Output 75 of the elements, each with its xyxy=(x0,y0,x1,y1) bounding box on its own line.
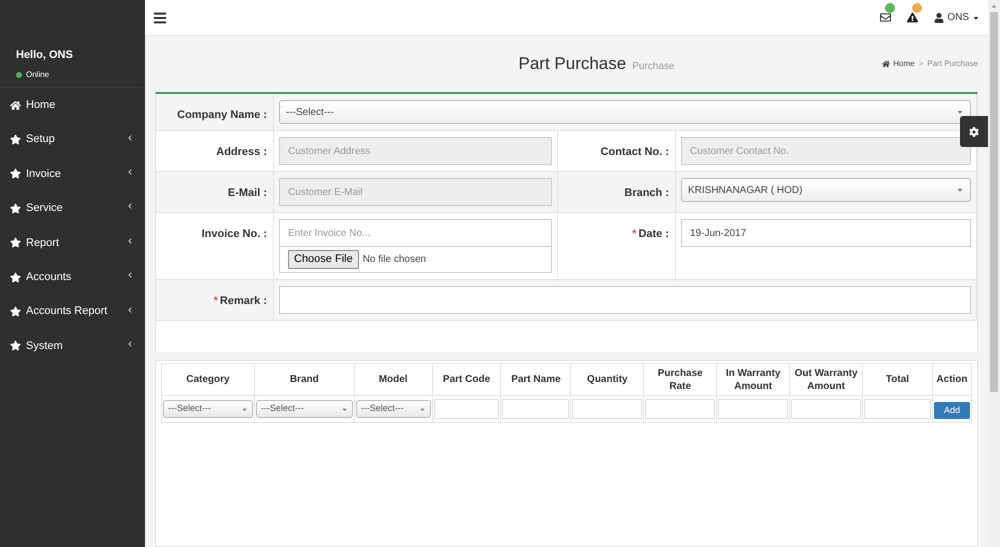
column-header: Brand xyxy=(254,364,354,396)
menu-icon[interactable] xyxy=(153,10,167,24)
input-field[interactable] xyxy=(718,399,788,419)
column-header: Category xyxy=(162,364,254,396)
column-header: Part Name xyxy=(500,364,571,396)
column-header: Action xyxy=(932,364,972,396)
column-header: Purchase Rate xyxy=(644,364,717,396)
scrollbar-thumb[interactable] xyxy=(990,12,998,392)
choose-file-button[interactable]: Choose File xyxy=(288,250,359,269)
breadcrumb-separator: > xyxy=(918,58,924,70)
column-header: In Warranty Amount xyxy=(716,364,790,396)
status-label: Online xyxy=(26,68,50,80)
user-menu[interactable]: ONS xyxy=(934,10,980,25)
home-icon xyxy=(882,60,890,68)
select-field[interactable]: ---Select--- xyxy=(279,100,971,124)
input-field[interactable] xyxy=(279,286,971,314)
select-field[interactable]: KRISHNANAGAR ( HOD) xyxy=(681,178,971,202)
sidebar-item[interactable]: Invoice xyxy=(0,156,145,192)
input-field[interactable] xyxy=(502,399,570,419)
page-title: Part Purchase xyxy=(518,53,626,76)
select-field[interactable]: ---Select--- xyxy=(256,400,353,418)
sidebar-item[interactable]: System xyxy=(0,328,145,364)
breadcrumb-current: Part Purchase xyxy=(927,58,978,70)
page-subtitle: Purchase xyxy=(632,60,674,74)
star-icon xyxy=(10,237,21,248)
input-field[interactable] xyxy=(572,399,642,419)
input-field[interactable] xyxy=(791,399,862,419)
star-icon xyxy=(10,168,21,180)
sidebar-item[interactable]: Service xyxy=(0,191,145,226)
add-button[interactable]: Add xyxy=(934,402,970,420)
star-icon xyxy=(10,340,21,352)
sidebar-item[interactable]: Accounts xyxy=(0,260,145,294)
caret-icon xyxy=(956,108,964,116)
star-icon xyxy=(10,134,21,146)
sidebar-item[interactable]: Home xyxy=(0,88,145,122)
sidebar-item[interactable]: Report xyxy=(0,226,145,260)
input-field[interactable] xyxy=(864,399,931,419)
star-icon xyxy=(10,306,21,318)
user-greeting: Hello, ONS xyxy=(16,48,74,63)
column-header: Total xyxy=(862,364,932,396)
settings-icon xyxy=(969,126,979,136)
scroll-up-icon[interactable] xyxy=(990,2,998,10)
warning-icon[interactable] xyxy=(907,12,918,23)
caret-icon xyxy=(418,406,426,412)
home-icon xyxy=(10,100,21,111)
settings-button[interactable] xyxy=(960,116,988,147)
user-icon xyxy=(934,12,944,22)
column-header: Model xyxy=(354,364,432,396)
star-icon xyxy=(10,272,21,283)
field-label: Invoice No. : xyxy=(202,227,267,242)
select-field[interactable]: ---Select--- xyxy=(356,400,431,418)
field-label: Contact No. : xyxy=(600,145,669,160)
input-field[interactable] xyxy=(434,399,500,419)
caret-icon xyxy=(956,186,964,194)
field-label: Company Name : xyxy=(177,108,267,123)
field-label: E-Mail : xyxy=(228,186,267,201)
column-header: Out Warranty Amount xyxy=(790,364,863,396)
field-label: * Remark : xyxy=(214,294,267,309)
sidebar-item[interactable]: Accounts Report xyxy=(0,294,145,329)
file-status: No file chosen xyxy=(362,253,426,267)
mail-icon[interactable] xyxy=(880,12,892,23)
caret-icon xyxy=(340,406,348,412)
input-field[interactable] xyxy=(645,399,716,419)
select-field[interactable]: ---Select--- xyxy=(163,400,253,418)
caret-icon xyxy=(240,406,248,412)
input-field[interactable]: 19-Jun-2017 xyxy=(681,219,971,247)
column-header: Part Code xyxy=(432,364,501,396)
star-icon xyxy=(10,202,21,214)
breadcrumb-link[interactable]: Home xyxy=(882,58,915,70)
column-header: Quantity xyxy=(570,364,644,396)
sidebar-item[interactable]: Setup xyxy=(0,122,145,157)
input-field[interactable]: Enter Invoice No... xyxy=(279,219,552,247)
field-label: Branch : xyxy=(624,186,669,201)
field-label: * Date : xyxy=(632,227,669,242)
field-label: Address : xyxy=(216,145,267,160)
